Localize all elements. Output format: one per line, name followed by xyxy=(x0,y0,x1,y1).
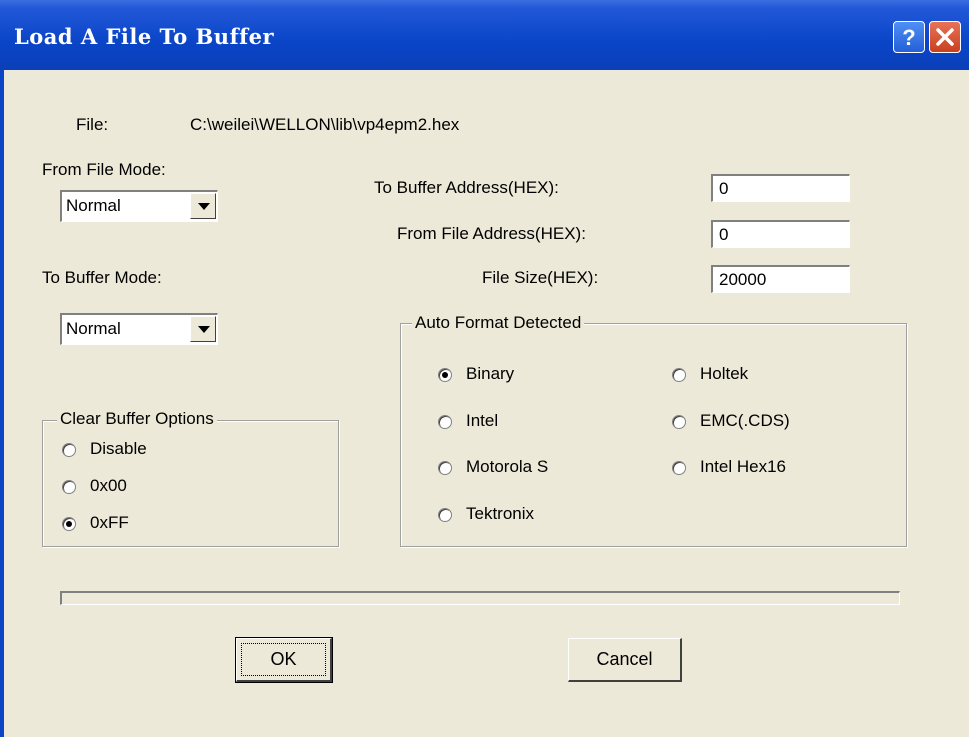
file-size-input[interactable] xyxy=(711,265,850,293)
radio-button-selected[interactable] xyxy=(62,517,76,531)
radio-label: 0xFF xyxy=(90,513,129,532)
radio-label: Intel xyxy=(466,411,499,430)
radio-label: Holtek xyxy=(700,364,749,383)
to-buffer-mode-select[interactable]: Normal xyxy=(60,313,218,345)
from-file-address-input[interactable] xyxy=(711,220,850,248)
focus-rectangle xyxy=(241,643,326,676)
radio-button-selected[interactable] xyxy=(438,368,452,382)
radio-button[interactable] xyxy=(438,415,452,429)
file-label: File: xyxy=(76,115,109,134)
auto-format-title: Auto Format Detected xyxy=(412,313,585,333)
window-border xyxy=(0,70,4,737)
radio-button[interactable] xyxy=(672,461,686,475)
to-buffer-mode-value: Normal xyxy=(66,319,121,338)
to-buffer-mode-dropdown-button[interactable] xyxy=(190,316,216,342)
from-file-mode-label: From File Mode: xyxy=(42,160,166,179)
file-path: C:\weilei\WELLON\lib\vp4epm2.hex xyxy=(190,115,460,134)
radio-label: EMC(.CDS) xyxy=(700,411,790,430)
radio-label: Intel Hex16 xyxy=(700,457,786,476)
dialog-window: Load A File To Buffer ? File: C:\weilei\… xyxy=(0,0,969,737)
ok-button[interactable]: OK xyxy=(235,637,333,683)
title-bar[interactable]: Load A File To Buffer ? xyxy=(0,0,969,70)
radio-label: Motorola S xyxy=(466,457,549,476)
close-button[interactable] xyxy=(929,21,961,53)
to-buffer-address-input[interactable] xyxy=(711,174,850,202)
radio-button[interactable] xyxy=(672,368,686,382)
radio-label: Binary xyxy=(466,364,515,383)
cancel-button[interactable]: Cancel xyxy=(568,638,682,682)
progress-bar xyxy=(60,591,900,605)
radio-button[interactable] xyxy=(62,443,76,457)
radio-button[interactable] xyxy=(438,508,452,522)
to-buffer-mode-label: To Buffer Mode: xyxy=(42,268,162,287)
window-title: Load A File To Buffer xyxy=(14,24,275,49)
chevron-down-icon xyxy=(198,326,210,333)
from-file-mode-dropdown-button[interactable] xyxy=(190,193,216,219)
from-file-mode-value: Normal xyxy=(66,196,121,215)
radio-label: Disable xyxy=(90,439,147,458)
from-file-mode-select[interactable]: Normal xyxy=(60,190,218,222)
from-file-address-label: From File Address(HEX): xyxy=(397,224,586,243)
file-size-label: File Size(HEX): xyxy=(482,268,599,287)
clear-buffer-options-title: Clear Buffer Options xyxy=(57,409,217,429)
help-icon: ? xyxy=(902,25,915,50)
help-button[interactable]: ? xyxy=(893,21,925,53)
radio-label: Tektronix xyxy=(466,504,535,523)
radio-button[interactable] xyxy=(672,415,686,429)
chevron-down-icon xyxy=(198,203,210,210)
radio-label: 0x00 xyxy=(90,476,127,495)
cancel-button-label: Cancel xyxy=(596,649,653,669)
radio-button[interactable] xyxy=(62,480,76,494)
radio-button[interactable] xyxy=(438,461,452,475)
clear-buffer-options-group xyxy=(42,420,339,547)
to-buffer-address-label: To Buffer Address(HEX): xyxy=(374,178,559,197)
svg-text:?: ? xyxy=(902,25,915,50)
close-icon xyxy=(936,28,954,46)
